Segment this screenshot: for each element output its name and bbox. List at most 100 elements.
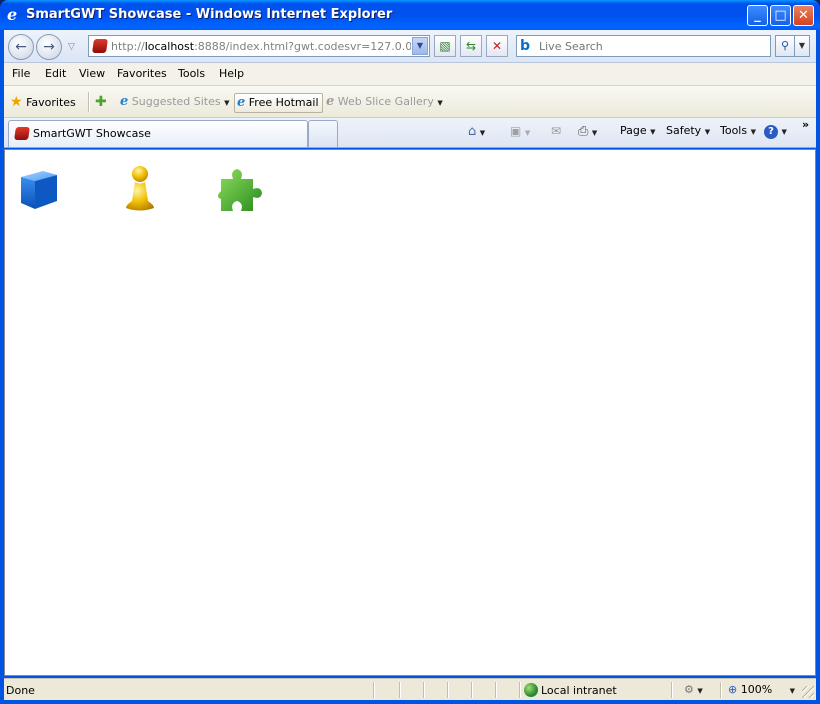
- protected-mode-icon: ⚙: [684, 683, 694, 696]
- home-button[interactable]: ⌂ ▼: [468, 124, 485, 139]
- menu-edit[interactable]: Edit: [45, 67, 66, 80]
- safety-menu-label: Safety: [666, 124, 702, 137]
- window-title: SmartGWT Showcase - Windows Internet Exp…: [26, 7, 393, 22]
- address-url[interactable]: http://localhost:8888/index.html?gwt.cod…: [111, 40, 411, 53]
- minimize-button[interactable]: _: [747, 5, 768, 26]
- feeds-button[interactable]: ▣ ▼: [510, 124, 530, 138]
- resize-grip[interactable]: [802, 686, 814, 698]
- search-options-dropdown[interactable]: ▼: [795, 35, 810, 57]
- security-zone[interactable]: Local intranet: [524, 683, 617, 697]
- intranet-globe-icon: [524, 683, 538, 697]
- chevron-down-icon: ▼: [798, 41, 806, 50]
- security-zone-label: Local intranet: [541, 684, 617, 697]
- zoom-magnifier-icon: ⊕: [728, 683, 738, 696]
- address-dropdown-icon[interactable]: ▼: [412, 37, 428, 55]
- stop-icon: ✕: [491, 39, 503, 53]
- status-separator: [720, 682, 721, 698]
- status-separator: [495, 682, 496, 698]
- zoom-level: 100%: [740, 683, 773, 696]
- menu-bar: File Edit View Favorites Tools Help: [4, 63, 816, 86]
- close-button[interactable]: ✕: [793, 5, 814, 26]
- status-separator: [373, 682, 374, 698]
- live-search-logo-icon: b: [520, 38, 531, 54]
- tab-label: SmartGWT Showcase: [33, 127, 151, 140]
- help-menu-button[interactable]: ? ▼: [764, 124, 787, 139]
- web-slice-gallery-link[interactable]: e Web Slice Gallery ▼: [326, 93, 443, 113]
- home-icon: ⌂: [468, 124, 477, 139]
- free-hotmail-label: Free Hotmail: [248, 96, 319, 109]
- page-menu-label: Page: [620, 124, 647, 137]
- add-favorite-star-icon: ✚: [95, 94, 107, 110]
- chevron-down-icon: ▼: [650, 128, 656, 136]
- safety-menu-button[interactable]: Safety ▼: [666, 124, 710, 137]
- chevron-down-icon: ▼: [750, 128, 756, 136]
- url-path: :8888/index.html?gwt.codesvr=127.0.0.1:9…: [194, 40, 411, 53]
- search-box[interactable]: b: [516, 35, 771, 57]
- menu-view[interactable]: View: [79, 67, 105, 80]
- free-hotmail-link[interactable]: e Free Hotmail: [234, 93, 323, 113]
- chevron-down-icon: ▼: [789, 687, 796, 695]
- suggested-sites-link[interactable]: e Suggested Sites ▼: [120, 93, 230, 113]
- tools-menu-button[interactable]: Tools ▼: [720, 124, 756, 137]
- menu-file[interactable]: File: [12, 67, 30, 80]
- add-favorites-button[interactable]: ✚: [95, 93, 107, 113]
- forward-button[interactable]: →: [36, 34, 62, 60]
- read-mail-button[interactable]: ✉: [551, 124, 561, 138]
- status-separator: [423, 682, 424, 698]
- favorites-button[interactable]: ★ Favorites: [10, 93, 76, 113]
- recent-pages-dropdown-icon[interactable]: ▽: [68, 42, 75, 52]
- print-button[interactable]: ⎙ ▼: [578, 124, 597, 139]
- chevron-down-icon: ▼: [479, 129, 486, 137]
- search-icon: ⚲: [780, 39, 790, 52]
- browser-window: e SmartGWT Showcase - Windows Internet E…: [0, 0, 820, 704]
- menu-help[interactable]: Help: [219, 67, 244, 80]
- back-button[interactable]: ←: [8, 34, 34, 60]
- chevron-down-icon: ▼: [697, 687, 703, 695]
- stop-button[interactable]: ✕: [486, 35, 508, 57]
- status-text: Done: [6, 684, 35, 697]
- favorites-label: Favorites: [26, 96, 76, 109]
- page-content: [4, 149, 816, 676]
- zoom-control[interactable]: ⊕ 100% ▼: [728, 683, 795, 696]
- tab-smartgwt-showcase[interactable]: SmartGWT Showcase: [8, 120, 308, 147]
- overflow-chevron[interactable]: »: [802, 118, 809, 131]
- chevron-down-icon: ▼: [781, 128, 787, 136]
- menu-favorites[interactable]: Favorites: [117, 67, 167, 80]
- status-separator: [671, 682, 672, 698]
- site-favicon-icon: [92, 39, 108, 53]
- mail-icon: ✉: [551, 124, 562, 138]
- status-bar: Done Local intranet ⚙ ▼ ⊕ 100% ▼: [4, 678, 816, 700]
- search-input[interactable]: [539, 39, 767, 54]
- site-favicon-icon: [14, 127, 30, 140]
- protected-mode-button[interactable]: ⚙ ▼: [684, 683, 703, 696]
- status-separator: [447, 682, 448, 698]
- new-tab-button[interactable]: [308, 120, 338, 147]
- tools-menu-label: Tools: [720, 124, 748, 137]
- ie-page-icon: e: [237, 95, 246, 110]
- url-scheme: http://: [111, 40, 145, 53]
- compatibility-icon: ▧: [439, 39, 451, 53]
- status-separator: [519, 682, 520, 698]
- ie-logo-icon: e: [7, 5, 18, 24]
- menu-tools[interactable]: Tools: [178, 67, 205, 80]
- search-button[interactable]: ⚲: [775, 35, 795, 57]
- refresh-icon: ⇆: [465, 39, 477, 53]
- pawn-icon[interactable]: [120, 165, 160, 213]
- address-bar[interactable]: http://localhost:8888/index.html?gwt.cod…: [88, 35, 430, 57]
- ie-page-icon: e: [326, 94, 335, 109]
- refresh-button[interactable]: ⇆: [460, 35, 482, 57]
- compatibility-view-button[interactable]: ▧: [434, 35, 456, 57]
- favorites-bar: ★ Favorites ✚ e Suggested Sites ▼ e Free…: [4, 86, 816, 118]
- printer-icon: ⎙: [578, 124, 589, 139]
- cube-icon[interactable]: [17, 167, 61, 211]
- page-menu-button[interactable]: Page ▼: [620, 124, 656, 137]
- chevron-down-icon: ▼: [524, 129, 531, 137]
- chevron-down-icon: ▼: [224, 99, 230, 107]
- maximize-button[interactable]: □: [770, 5, 791, 26]
- suggested-sites-label: Suggested Sites: [131, 95, 221, 108]
- puzzle-icon[interactable]: [217, 165, 263, 213]
- help-icon: ?: [764, 125, 778, 139]
- status-separator: [471, 682, 472, 698]
- favbar-separator: [88, 92, 89, 112]
- title-bar[interactable]: e SmartGWT Showcase - Windows Internet E…: [0, 0, 820, 30]
